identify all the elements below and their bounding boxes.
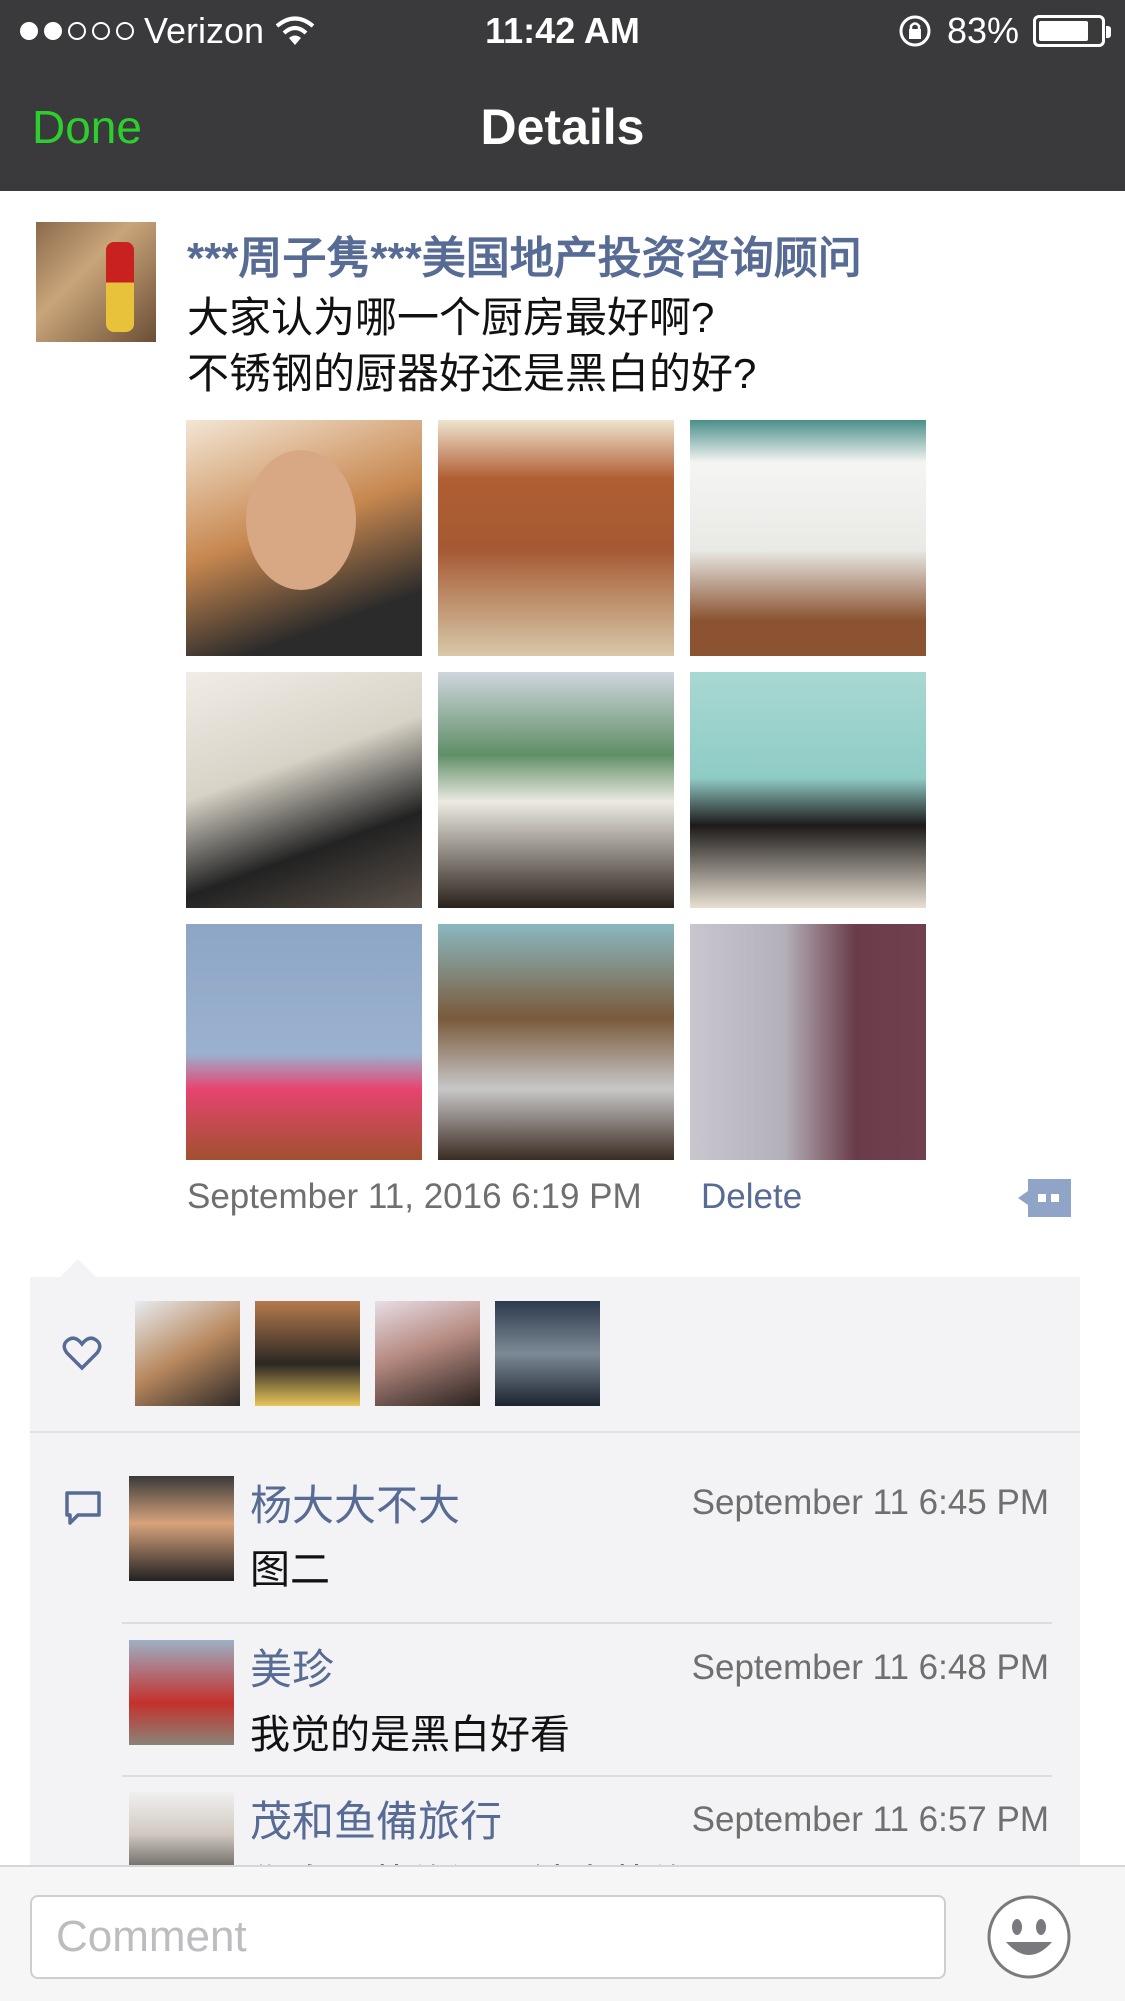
page-title: Details (480, 99, 645, 155)
photo-thumbnail[interactable] (186, 672, 422, 908)
comment-input[interactable] (30, 1895, 946, 1979)
heart-icon (62, 1336, 102, 1371)
photo-thumbnail[interactable] (438, 420, 674, 656)
commenter-name[interactable]: 杨大大不大 (250, 1472, 460, 1533)
done-button[interactable]: Done (32, 100, 142, 154)
comment-divider (122, 1622, 1052, 1624)
liker-avatar[interactable] (135, 1301, 240, 1406)
photo-thumbnail[interactable] (438, 924, 674, 1160)
delete-button[interactable]: Delete (701, 1177, 802, 1217)
liker-avatar[interactable] (255, 1301, 360, 1406)
photo-thumbnail[interactable] (186, 924, 422, 1160)
photo-thumbnail[interactable] (690, 420, 926, 656)
comment-text[interactable]: 图二 (250, 1537, 330, 1595)
photo-thumbnail[interactable] (438, 672, 674, 908)
panel-pointer (60, 1259, 96, 1277)
comment-bar (0, 1865, 1125, 2001)
top-bar: Verizon 11:42 AM 83% Done Details (0, 0, 1125, 191)
author-avatar[interactable] (36, 222, 156, 342)
comment-divider (122, 1775, 1052, 1777)
battery-icon (1033, 15, 1111, 47)
photo-thumbnail[interactable] (690, 672, 926, 908)
commenter-avatar[interactable] (129, 1476, 234, 1581)
comment-time: September 11 6:45 PM (691, 1483, 1049, 1522)
status-right: 83% (897, 10, 1111, 52)
comment-time: September 11 6:57 PM (691, 1800, 1049, 1839)
commenter-name[interactable]: 茂和鱼備旅行 (250, 1788, 502, 1849)
rotation-lock-icon (899, 15, 931, 47)
post-text: 大家认为哪一个厨房最好啊? 不锈钢的厨器好还是黑白的好? (187, 294, 757, 397)
photo-thumbnail[interactable] (690, 924, 926, 1160)
commenter-name[interactable]: 美珍 (250, 1636, 334, 1697)
photo-thumbnail[interactable] (186, 420, 422, 656)
author-name[interactable]: ***周子隽***美国地产投资咨询顾问 (187, 222, 862, 286)
status-bar: Verizon 11:42 AM 83% (0, 0, 1125, 64)
liker-avatar[interactable] (495, 1301, 600, 1406)
nav-bar: Done Details (0, 64, 1125, 191)
comment-time: September 11 6:48 PM (691, 1648, 1049, 1687)
commenter-avatar[interactable] (129, 1640, 234, 1745)
comment-icon (65, 1491, 101, 1525)
liker-avatar[interactable] (375, 1301, 480, 1406)
battery-fill (1039, 21, 1088, 41)
battery-percent: 83% (946, 10, 1019, 51)
divider (30, 1431, 1080, 1433)
photo-grid (186, 420, 928, 1160)
smiley-icon[interactable] (986, 1894, 1072, 1980)
comment-action-icon[interactable] (1016, 1177, 1073, 1219)
post-timestamp: September 11, 2016 6:19 PM (187, 1177, 642, 1216)
comment-text[interactable]: 我觉的是黑白好看 (250, 1702, 570, 1760)
